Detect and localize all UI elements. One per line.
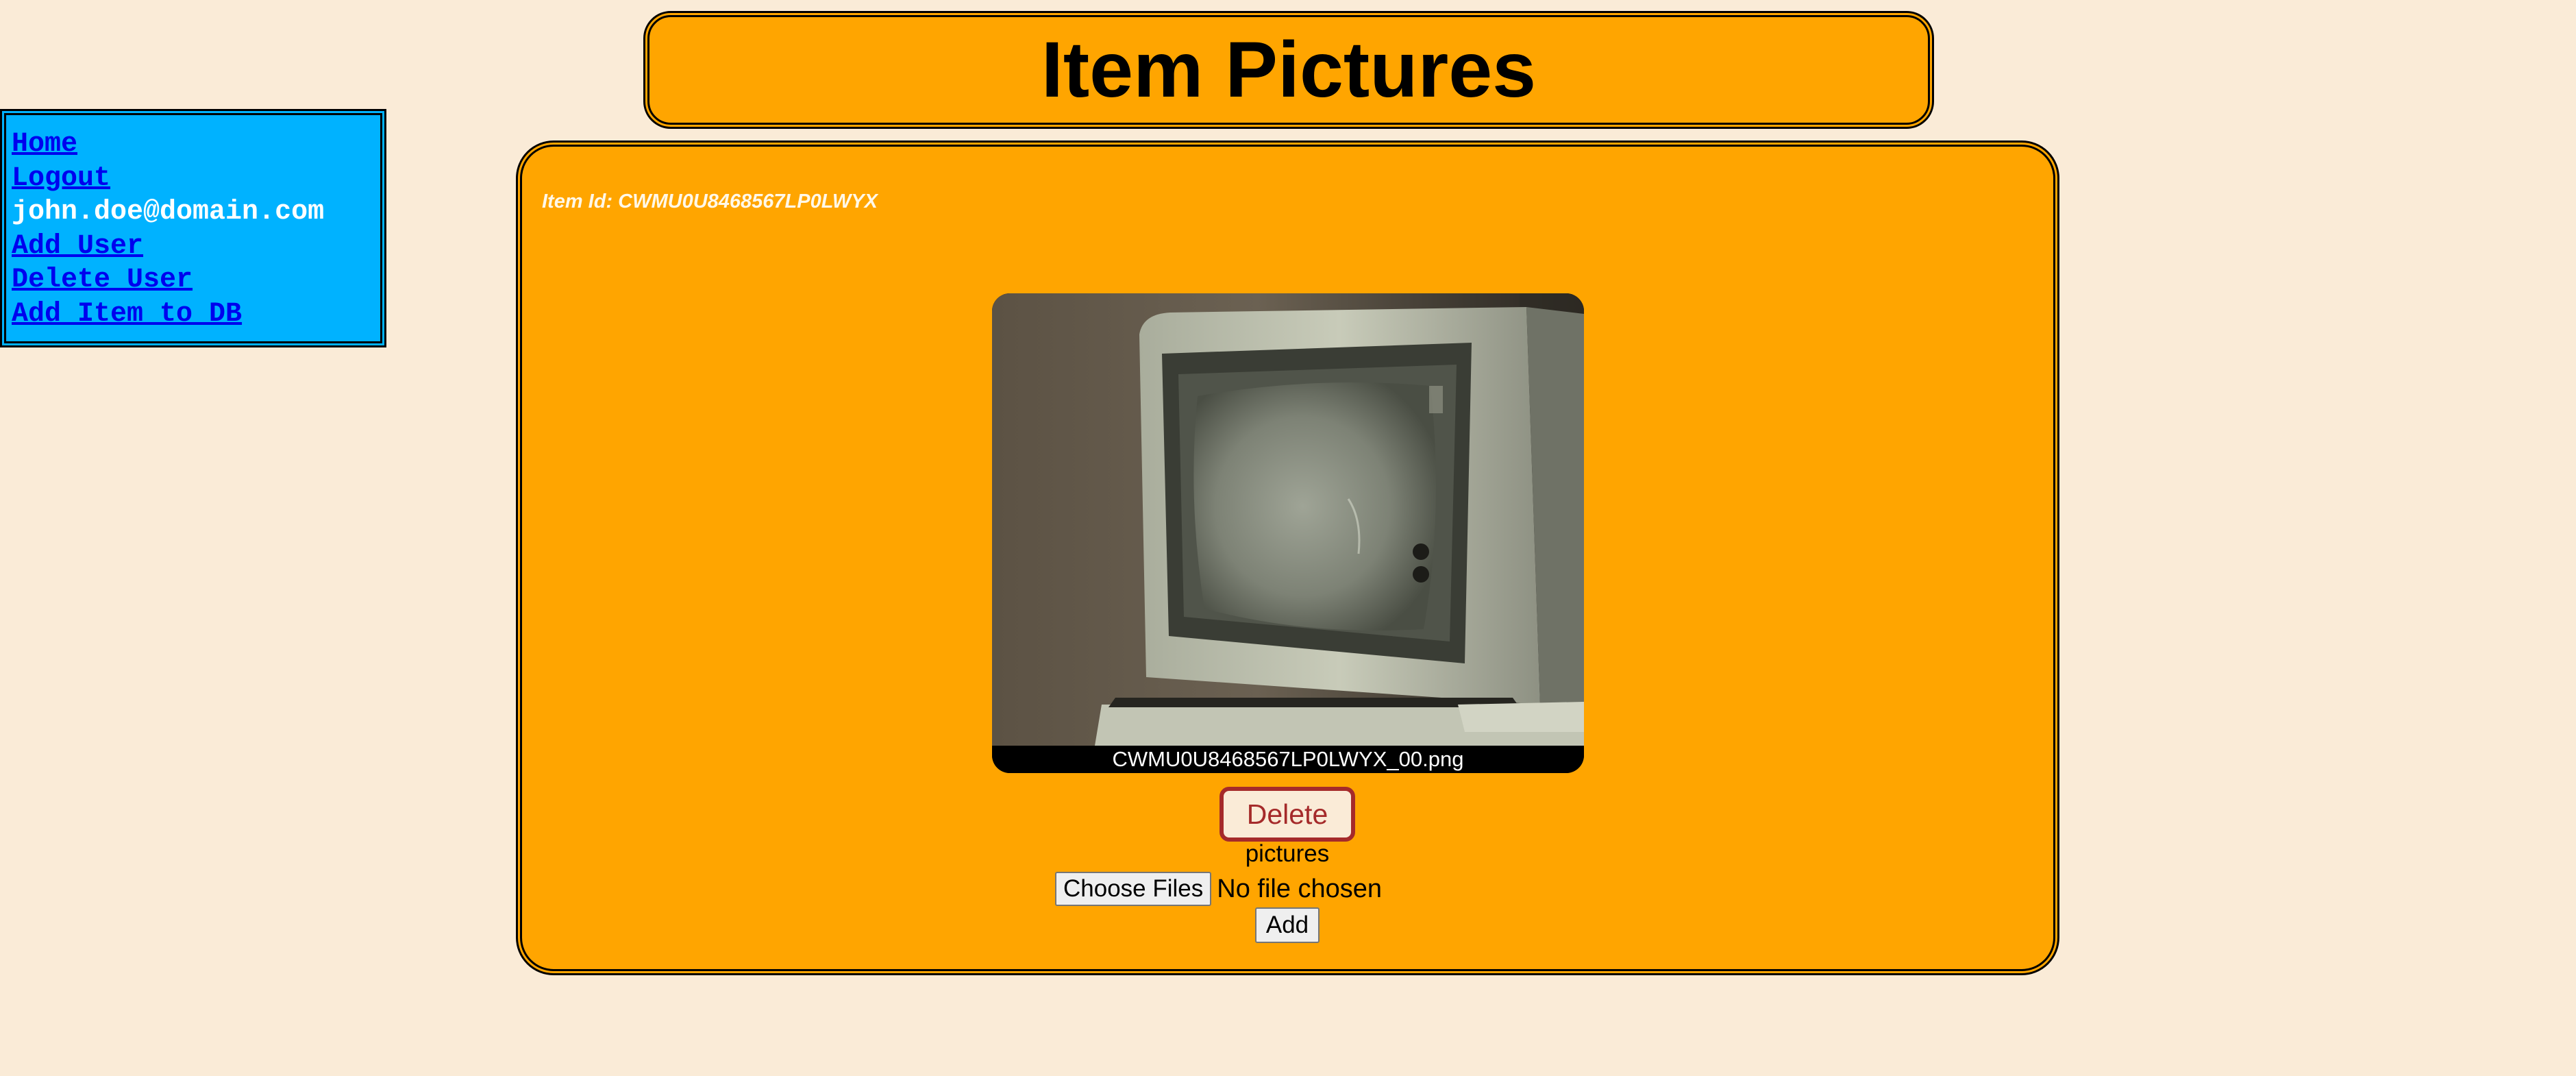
file-status-text: No file chosen <box>1217 874 1383 903</box>
sidebar-link-logout[interactable]: Logout <box>12 162 380 196</box>
sidebar-link-delete-user[interactable]: Delete User <box>12 263 380 297</box>
sidebar-link-add-user[interactable]: Add User <box>12 230 380 264</box>
add-picture-button[interactable]: Add <box>1255 907 1320 943</box>
choose-files-button[interactable]: Choose Files <box>1055 872 1212 906</box>
item-id-label: Item Id: CWMU0U8468567LP0LWYX <box>542 191 878 212</box>
page-title: Item Pictures <box>1041 25 1537 114</box>
sidebar-nav: Home Logout john.doe@domain.com Add User… <box>0 109 386 347</box>
picture-card: CWMU0U8468567LP0LWYX_00.png <box>992 293 1584 773</box>
sidebar-link-add-item[interactable]: Add Item to DB <box>12 297 380 332</box>
delete-picture-button[interactable]: Delete <box>1219 787 1355 842</box>
vintage-computer-monitor-photo <box>992 293 1584 746</box>
user-email: john.doe@domain.com <box>12 197 325 228</box>
picture-filename: CWMU0U8468567LP0LWYX_00.png <box>992 746 1584 773</box>
file-input[interactable]: Choose Files No file chosen <box>1055 872 1382 906</box>
page-header: Item Pictures <box>643 11 1934 129</box>
sidebar-link-home[interactable]: Home <box>12 127 380 162</box>
pictures-label: pictures <box>1245 840 1330 867</box>
